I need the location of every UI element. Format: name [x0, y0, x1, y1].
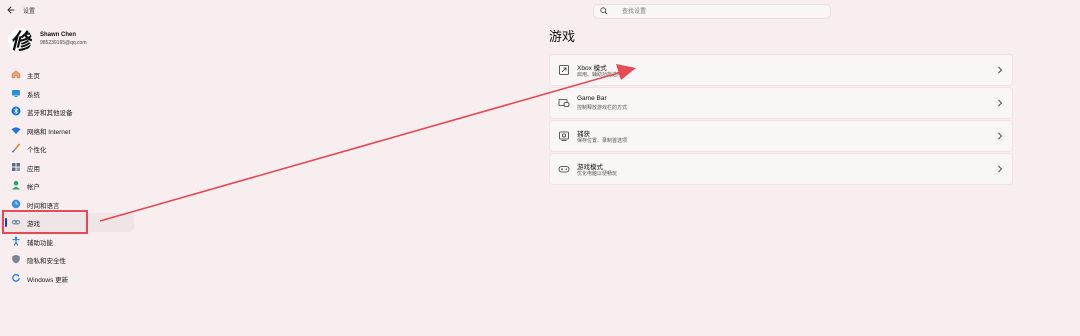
sidebar-item-label: 时间和语言	[27, 202, 60, 210]
card-subtitle: 控制释放游戏栏的方式	[577, 105, 628, 111]
sidebar-item-accessibility[interactable]: 辅助功能	[0, 232, 134, 251]
sidebar-item-system[interactable]: 系统	[0, 84, 134, 103]
sidebar-item-home[interactable]: 主页	[0, 65, 134, 84]
chevron-right-icon	[998, 99, 1003, 107]
bluetooth-icon	[11, 106, 21, 116]
search-box[interactable]	[593, 4, 831, 19]
sidebar-item-network[interactable]: 网络和 Internet	[0, 121, 134, 140]
card-xbox-mode[interactable]: Xbox 模式 启用、辅助功能选项	[549, 54, 1013, 86]
game-bar-icon	[558, 99, 570, 107]
avatar[interactable]: 修	[7, 27, 33, 53]
chevron-right-icon	[998, 66, 1003, 74]
search-icon	[600, 7, 608, 15]
shield-icon	[12, 254, 20, 264]
accessibility-icon	[12, 236, 20, 246]
page-title: 游戏	[549, 29, 576, 44]
sidebar-item-label: 主页	[27, 73, 40, 80]
globe-clock-icon	[11, 199, 21, 208]
sidebar-item-label: Windows 更新	[27, 276, 69, 284]
sidebar-item-label: 帐户	[27, 184, 40, 191]
capture-icon	[559, 131, 569, 141]
sidebar-item-label: 应用	[27, 165, 40, 173]
window-title: 设置	[23, 9, 36, 15]
sidebar-item-label: 系统	[27, 91, 40, 99]
apps-icon	[12, 162, 20, 171]
system-icon	[12, 89, 20, 97]
account-icon	[12, 180, 20, 190]
card-captures[interactable]: 捕获 保存位置、录制首选项	[549, 120, 1013, 152]
sidebar-item-apps[interactable]: 应用	[0, 158, 134, 177]
sidebar-item-windows-update[interactable]: Windows 更新	[0, 269, 134, 288]
user-profile[interactable]: 修 Shawn Chen 985239165@qq.com	[7, 27, 147, 53]
back-arrow-icon[interactable]	[6, 5, 16, 15]
user-email: 985239165@qq.com	[40, 40, 87, 46]
sidebar-item-label: 辅助功能	[27, 239, 53, 247]
annotation-highlight-box	[2, 210, 88, 234]
sidebar-item-bluetooth[interactable]: 蓝牙和其他设备	[0, 102, 134, 121]
sidebar-nav: 主页 系统 蓝牙和其他设备 网络和 Internet 个性化 应用 帐户 时间和…	[0, 65, 140, 287]
card-game-bar[interactable]: Game Bar 控制释放游戏栏的方式	[549, 87, 1013, 119]
update-icon	[12, 273, 20, 282]
card-title: Game Bar	[577, 95, 607, 102]
sidebar-item-label: 隐私和安全性	[27, 258, 66, 265]
card-subtitle: 优化电脑以便畅玩	[577, 171, 618, 177]
card-game-mode[interactable]: 游戏模式 优化电脑以便畅玩	[549, 153, 1013, 185]
game-mode-icon	[558, 166, 570, 173]
sidebar-item-accounts[interactable]: 帐户	[0, 176, 134, 195]
chevron-right-icon	[998, 132, 1003, 140]
sidebar-item-personalization[interactable]: 个性化	[0, 139, 134, 158]
sidebar-item-label: 蓝牙和其他设备	[27, 110, 73, 117]
sidebar-item-privacy[interactable]: 隐私和安全性	[0, 250, 134, 269]
search-input[interactable]	[622, 6, 822, 17]
user-name: Shawn Chen	[40, 32, 77, 38]
card-subtitle: 启用、辅助功能选项	[577, 72, 623, 78]
sidebar-item-label: 个性化	[27, 147, 47, 154]
title-bar: 设置	[0, 0, 1080, 22]
wifi-icon	[11, 126, 21, 134]
home-icon	[11, 70, 21, 79]
xbox-mode-icon	[559, 65, 569, 75]
brush-icon	[11, 143, 21, 153]
chevron-right-icon	[998, 165, 1003, 173]
card-subtitle: 保存位置、录制首选项	[577, 138, 628, 144]
sidebar-item-label: 网络和 Internet	[27, 128, 71, 136]
avatar-logo: 修	[10, 29, 33, 53]
